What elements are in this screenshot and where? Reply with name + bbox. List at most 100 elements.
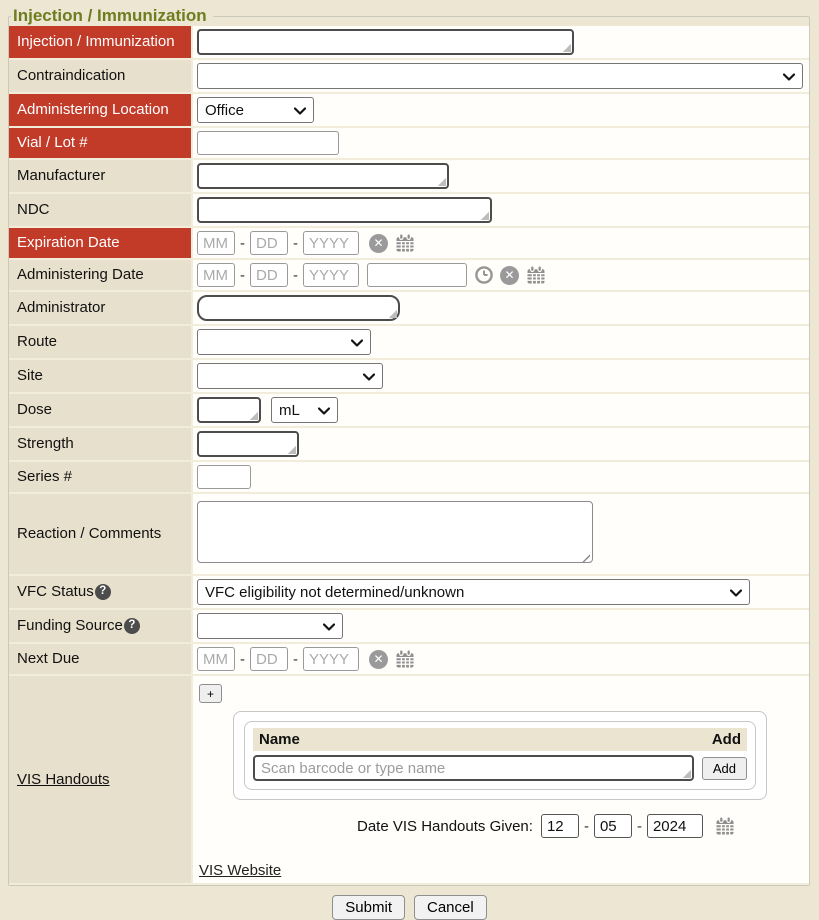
label-administering-date: Administering Date: [9, 260, 193, 292]
clear-date-icon[interactable]: ✕: [369, 234, 388, 253]
chevron-down-icon: [318, 407, 330, 415]
administering-month-input[interactable]: [197, 263, 235, 287]
expiration-month-input[interactable]: [197, 231, 235, 255]
label-manufacturer: Manufacturer: [9, 160, 193, 194]
row-administrator: Administrator: [9, 292, 809, 326]
administering-location-select[interactable]: Office: [197, 97, 314, 123]
strength-input[interactable]: [197, 431, 299, 457]
row-series: Series #: [9, 462, 809, 494]
injection-form: Injection / Immunization Injection / Imm…: [8, 6, 810, 886]
row-site: Site: [9, 360, 809, 394]
row-funding-source: Funding Source?: [9, 610, 809, 644]
row-strength: Strength: [9, 428, 809, 462]
form-title: Injection / Immunization: [11, 6, 213, 26]
row-injection: Injection / Immunization: [9, 26, 809, 60]
site-select[interactable]: [197, 363, 383, 389]
contraindication-select[interactable]: [197, 63, 803, 89]
vis-date-year-input[interactable]: [647, 814, 703, 838]
label-next-due: Next Due: [9, 644, 193, 676]
label-series: Series #: [9, 462, 193, 494]
add-vis-row-button[interactable]: +: [199, 684, 222, 703]
calendar-icon[interactable]: [526, 265, 546, 285]
vis-handouts-panel: Name Add Add: [233, 711, 767, 800]
label-administrator: Administrator: [9, 292, 193, 326]
form-actions: Submit Cancel: [0, 895, 819, 920]
help-icon[interactable]: ?: [95, 584, 111, 600]
vfc-status-select[interactable]: VFC eligibility not determined/unknown: [197, 579, 750, 605]
vis-handouts-link[interactable]: VIS Handouts: [17, 771, 110, 788]
administering-time-input[interactable]: [367, 263, 467, 287]
vis-add-button[interactable]: Add: [702, 757, 747, 780]
submit-button[interactable]: Submit: [332, 895, 405, 920]
resize-grip[interactable]: [562, 43, 571, 52]
row-vis-handouts: VIS Handouts + Name Add: [9, 676, 809, 885]
row-manufacturer: Manufacturer: [9, 160, 809, 194]
help-icon[interactable]: ?: [124, 618, 140, 634]
resize-grip[interactable]: [388, 309, 397, 318]
label-contraindication: Contraindication: [9, 60, 193, 94]
row-contraindication: Contraindication: [9, 60, 809, 94]
clear-date-icon[interactable]: ✕: [500, 266, 519, 285]
resize-grip[interactable]: [437, 177, 446, 186]
vis-website-link[interactable]: VIS Website: [199, 862, 281, 879]
label-dose: Dose: [9, 394, 193, 428]
label-vial-lot: Vial / Lot #: [9, 128, 193, 160]
calendar-icon[interactable]: [715, 816, 735, 836]
calendar-icon[interactable]: [395, 649, 415, 669]
resize-grip[interactable]: [249, 411, 258, 420]
vis-date-month-input[interactable]: [541, 814, 579, 838]
clock-icon[interactable]: [474, 265, 494, 285]
label-route: Route: [9, 326, 193, 360]
series-input[interactable]: [197, 465, 251, 489]
injection-immunization-input[interactable]: [197, 29, 574, 55]
vis-date-day-input[interactable]: [594, 814, 632, 838]
calendar-icon[interactable]: [395, 233, 415, 253]
label-site: Site: [9, 360, 193, 394]
row-dose: Dose mL: [9, 394, 809, 428]
next-due-month-input[interactable]: [197, 647, 235, 671]
cancel-button[interactable]: Cancel: [414, 895, 487, 920]
vis-date-given-label: Date VIS Handouts Given:: [357, 818, 533, 835]
label-injection: Injection / Immunization: [9, 26, 193, 60]
chevron-down-icon: [351, 339, 363, 347]
label-strength: Strength: [9, 428, 193, 462]
row-vfc-status: VFC Status? VFC eligibility not determin…: [9, 576, 809, 610]
administering-day-input[interactable]: [250, 263, 288, 287]
row-administering-date: Administering Date - - ✕: [9, 260, 809, 292]
manufacturer-input[interactable]: [197, 163, 449, 189]
label-reaction: Reaction / Comments: [9, 494, 193, 576]
label-funding-source: Funding Source?: [9, 610, 193, 644]
vis-scan-input[interactable]: [253, 755, 694, 781]
administrator-input[interactable]: [197, 295, 400, 321]
label-ndc: NDC: [9, 194, 193, 228]
label-vis-handouts: VIS Handouts: [9, 676, 193, 885]
clear-date-icon[interactable]: ✕: [369, 650, 388, 669]
administering-year-input[interactable]: [303, 263, 359, 287]
chevron-down-icon: [783, 73, 795, 81]
label-vfc-status: VFC Status?: [9, 576, 193, 610]
row-expiration-date: Expiration Date - - ✕: [9, 228, 809, 260]
select-value: VFC eligibility not determined/unknown: [205, 584, 464, 601]
vis-table-header: Name Add: [253, 728, 747, 751]
label-administering-location: Administering Location: [9, 94, 193, 128]
resize-grip[interactable]: [287, 445, 296, 454]
resize-grip[interactable]: [682, 769, 691, 778]
route-select[interactable]: [197, 329, 371, 355]
row-ndc: NDC: [9, 194, 809, 228]
next-due-day-input[interactable]: [250, 647, 288, 671]
expiration-day-input[interactable]: [250, 231, 288, 255]
resize-grip[interactable]: [480, 211, 489, 220]
vial-lot-input[interactable]: [197, 131, 339, 155]
row-next-due: Next Due - - ✕: [9, 644, 809, 676]
row-route: Route: [9, 326, 809, 360]
row-reaction: Reaction / Comments: [9, 494, 809, 576]
ndc-input[interactable]: [197, 197, 492, 223]
dose-unit-select[interactable]: mL: [271, 397, 338, 423]
expiration-year-input[interactable]: [303, 231, 359, 255]
next-due-year-input[interactable]: [303, 647, 359, 671]
label-expiration-date: Expiration Date: [9, 228, 193, 260]
reaction-comments-textarea[interactable]: [197, 501, 593, 563]
funding-source-select[interactable]: [197, 613, 343, 639]
row-vial-lot: Vial / Lot #: [9, 128, 809, 160]
chevron-down-icon: [323, 623, 335, 631]
